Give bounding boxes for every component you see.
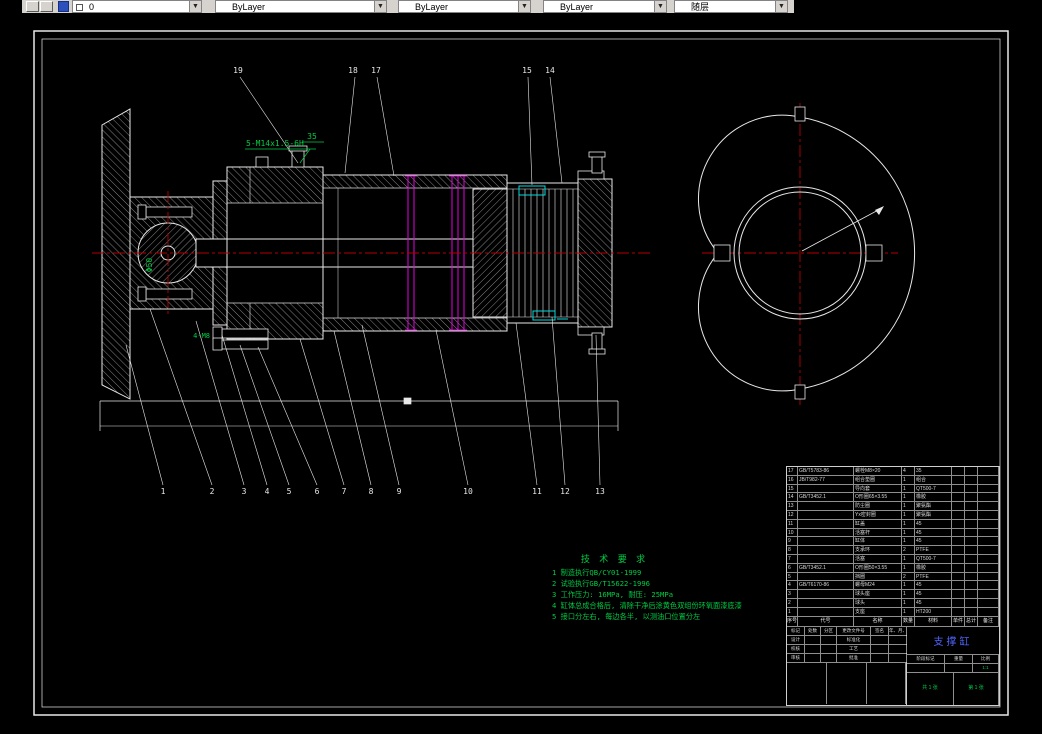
layers-icon[interactable] [58,1,69,12]
callout-18: 18 [348,66,358,75]
dia-label: Φ50 [145,258,154,273]
toolbar-button-1[interactable] [26,1,39,12]
title-block-left: 标记 处数 分区 更改文件号 签名 年、月、日 设计 标准化 校核 工艺 审核 [787,626,907,705]
tech-requirements: 技 术 要 求 1 制造执行QB/CY01-1999 2 试验执行GB/T156… [552,553,742,621]
table-row: 8 支承环 2 PTFE [787,546,999,555]
bom-rows: 17 GB/T5783-86 螺栓M8×20 4 35 16 JB/T982-7… [787,467,999,617]
callout-2: 2 [210,487,215,496]
callout-11: 11 [532,487,542,496]
table-row: 11 缸盖 1 45 [787,519,999,529]
mount-plate [101,108,131,400]
layer-combo-value: 0 [89,2,95,12]
front-section-view [99,108,619,431]
tech-req-line-5: 5 接口分左右, 每边各半, 以测油口位置分左 [552,612,700,621]
color-combo-value: ByLayer [232,2,266,12]
toolbar-strip: 0 ▼ ByLayer ▼ ByLayer ▼ ByLayer ▼ 随层 ▼ [22,0,794,13]
callout-6: 6 [315,487,320,496]
table-row: 7 活塞 1 QT500-7 [787,554,999,564]
table-row: 2 球头 1 45 [787,598,999,608]
table-row: 15 导向套 1 QT500-7 [787,484,999,494]
table-row: 1 支座 1 HT200 [787,607,999,617]
tech-req-line-4: 4 缸体总成合格后, 清除干净后涂黄色双组份环氧面漆底漆 [552,601,742,610]
drawing-title: 支撑缸 [907,627,999,655]
table-row: 4 GB/T6170-86 螺母M24 1 45 [787,581,999,591]
toolbar-button-2[interactable] [40,1,53,12]
sheet-number: 第 1 张 [954,672,999,705]
lineweight-combo-value: ByLayer [560,2,594,12]
title-block-right: 支撑缸 阶段标记 重量 比例 1:1 共 1 张 第 1 张 [907,627,999,705]
callout-14: 14 [545,66,555,75]
bolt-note: 4-M8 [193,332,210,340]
chevron-down-icon[interactable]: ▼ [189,1,201,12]
table-row: 6 GB/T3452.1 O形圈50×3.55 1 橡胶 [787,563,999,573]
table-row: 5 挡圈 2 PTFE [787,572,999,582]
callout-15: 15 [522,66,532,75]
thread-note: 5-M14x1.5-6H [246,139,304,148]
layer-combo[interactable]: 0 ▼ [72,0,202,13]
tech-req-line-1: 1 制造执行QB/CY01-1999 [552,568,641,577]
tech-req-title: 技 术 要 求 [581,553,647,565]
callout-5: 5 [287,487,292,496]
chevron-down-icon[interactable]: ▼ [654,1,666,12]
linetype-combo[interactable]: ByLayer ▼ [398,0,531,13]
table-row: 17 GB/T5783-86 螺栓M8×20 4 35 [787,467,999,476]
callout-3: 3 [242,487,247,496]
callout-12: 12 [560,487,570,496]
cad-application: { "toolbar": { "layer_value": "0", "comb… [0,0,1042,734]
chevron-down-icon[interactable]: ▼ [518,1,530,12]
table-row: 9 缸体 1 45 [787,537,999,547]
callout-10: 10 [463,487,473,496]
chevron-down-icon[interactable]: ▼ [374,1,386,12]
callout-7: 7 [342,487,347,496]
bom-header: 序号 代号 名称 数量 材料 单件 总计 备注 [787,616,999,627]
table-row: 3 球头座 1 45 [787,590,999,599]
color-combo[interactable]: ByLayer ▼ [215,0,387,13]
linetype-combo-value: ByLayer [415,2,449,12]
callout-17: 17 [371,66,381,75]
lineweight-combo[interactable]: ByLayer ▼ [543,0,667,13]
table-row: 13 防尘圈 1 聚氨酯 [787,502,999,511]
scale-value: 1:1 [973,663,999,672]
base-dimension [99,397,619,431]
plotstyle-combo-value: 随层 [691,2,710,12]
table-row: 10 活塞杆 1 45 [787,528,999,538]
bom-table: 17 GB/T5783-86 螺栓M8×20 4 35 16 JB/T982-7… [786,466,1000,706]
callout-13: 13 [595,487,605,496]
top-toolbar: 0 ▼ ByLayer ▼ ByLayer ▼ ByLayer ▼ 随层 ▼ [0,0,1042,13]
tech-req-line-3: 3 工作压力: 16MPa, 耐压: 25MPa [552,590,673,599]
chevron-down-icon[interactable]: ▼ [775,1,787,12]
layer-color-chip [76,4,83,11]
callout-9: 9 [397,487,402,496]
table-row: 14 GB/T3452.1 O形圈65×3.55 1 橡胶 [787,493,999,503]
callout-19: 19 [233,66,243,75]
plotstyle-combo[interactable]: 随层 ▼ [674,0,788,13]
callout-4: 4 [265,487,270,496]
arrowhead-icon [875,206,884,215]
table-row: 12 Yx密封圈 1 聚氨酯 [787,510,999,520]
callout-8: 8 [369,487,374,496]
dim-35: 35 [307,132,317,141]
sheets-total: 共 1 张 [907,672,954,705]
radius-leader [801,207,883,252]
callout-1: 1 [161,487,166,496]
title-block: 标记 处数 分区 更改文件号 签名 年、月、日 设计 标准化 校核 工艺 审核 [787,626,999,705]
table-row: 16 JB/T982-77 组合垫圈 1 组合 [787,475,999,485]
tech-req-line-2: 2 试验执行GB/T15622-1996 [552,579,650,588]
